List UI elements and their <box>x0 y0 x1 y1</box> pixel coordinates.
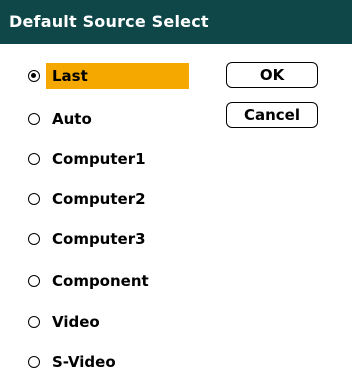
option-label: Computer1 <box>52 150 146 168</box>
option-label: S-Video <box>52 353 116 371</box>
cancel-button[interactable]: Cancel <box>226 102 318 128</box>
dialog-title: Default Source Select <box>0 0 352 44</box>
option-last[interactable]: Last <box>24 63 189 89</box>
option-component[interactable]: Component <box>24 268 189 294</box>
option-computer1[interactable]: Computer1 <box>24 146 189 172</box>
option-label: Last <box>46 63 189 89</box>
option-computer2[interactable]: Computer2 <box>24 186 189 212</box>
option-video[interactable]: Video <box>24 309 189 335</box>
radio-unchecked-icon[interactable] <box>28 193 40 205</box>
option-s-video[interactable]: S-Video <box>24 349 189 375</box>
radio-checked-icon[interactable] <box>28 70 40 82</box>
option-label: Computer3 <box>52 230 146 248</box>
radio-unchecked-icon[interactable] <box>28 356 40 368</box>
radio-unchecked-icon[interactable] <box>28 233 40 245</box>
radio-unchecked-icon[interactable] <box>28 316 40 328</box>
radio-unchecked-icon[interactable] <box>28 113 40 125</box>
default-source-select-dialog: Default Source Select Last Auto Computer… <box>0 0 352 383</box>
radio-unchecked-icon[interactable] <box>28 153 40 165</box>
option-label: Computer2 <box>52 190 146 208</box>
radio-unchecked-icon[interactable] <box>28 275 40 287</box>
option-label: Component <box>52 272 149 290</box>
option-auto[interactable]: Auto <box>24 106 189 132</box>
option-computer3[interactable]: Computer3 <box>24 226 189 252</box>
option-label: Video <box>52 313 100 331</box>
option-label: Auto <box>52 110 92 128</box>
ok-button[interactable]: OK <box>226 62 318 88</box>
